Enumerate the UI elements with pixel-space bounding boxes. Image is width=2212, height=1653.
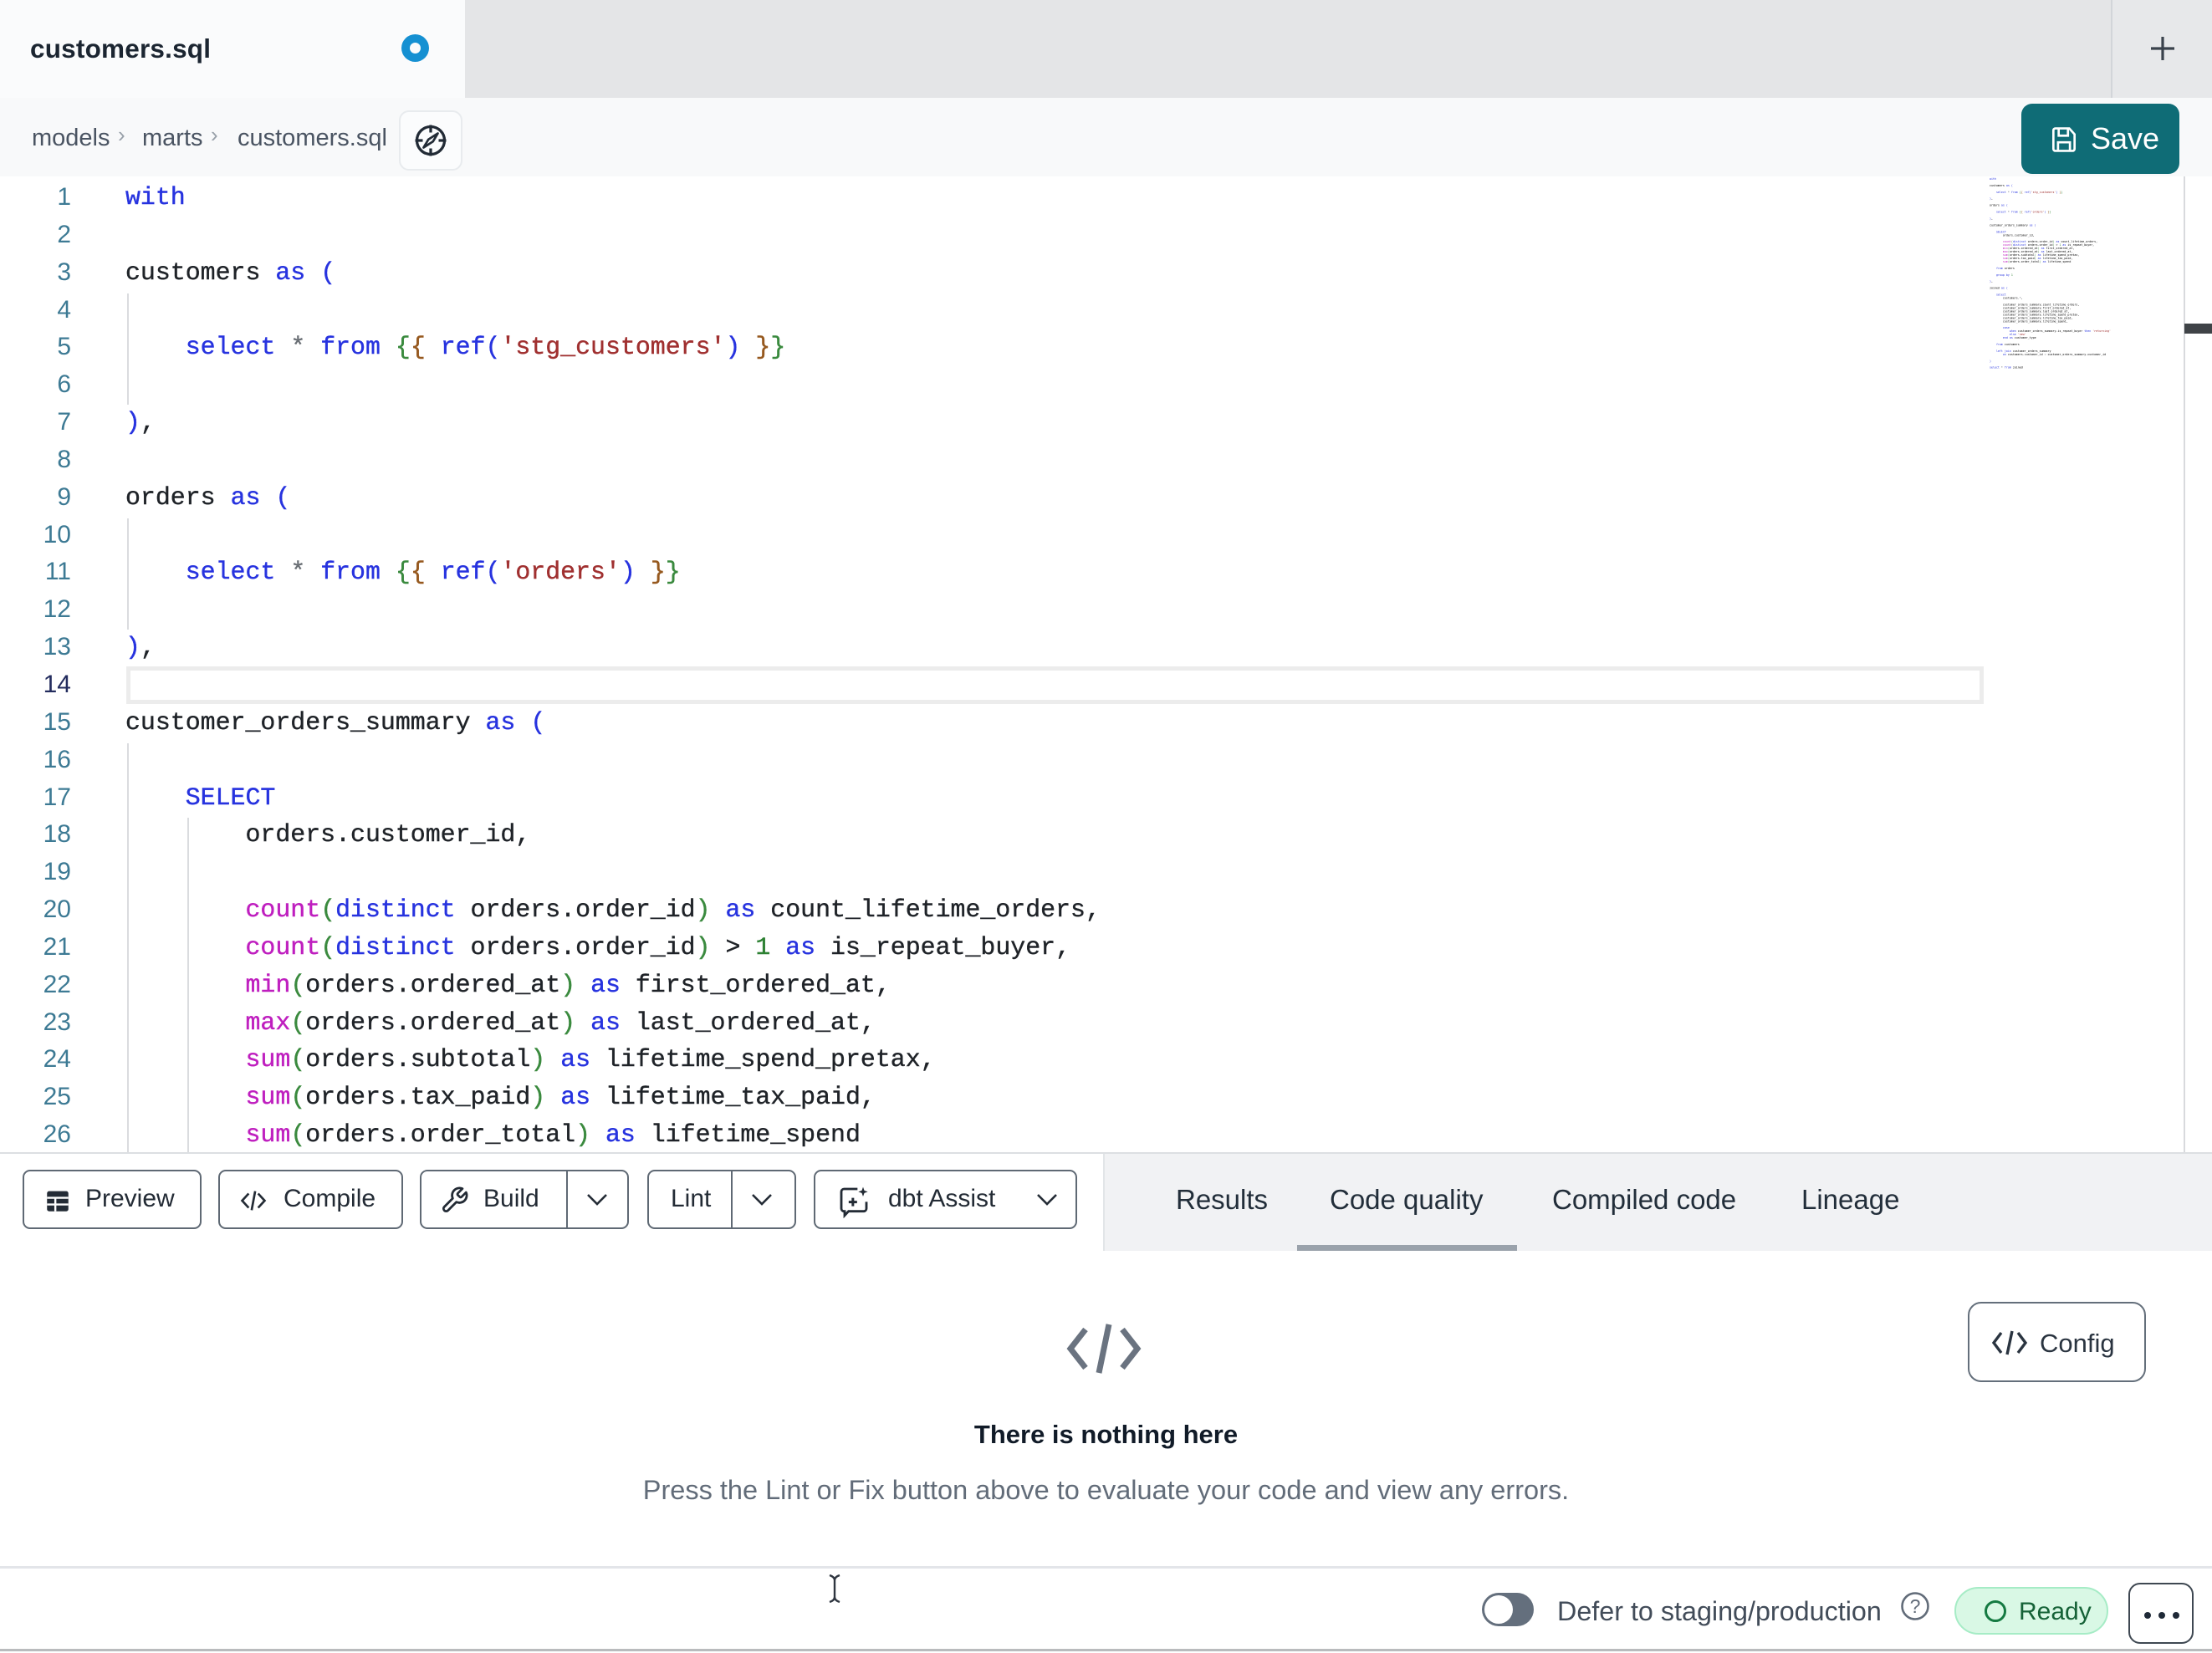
svg-text:?: ? (1910, 1595, 1921, 1617)
